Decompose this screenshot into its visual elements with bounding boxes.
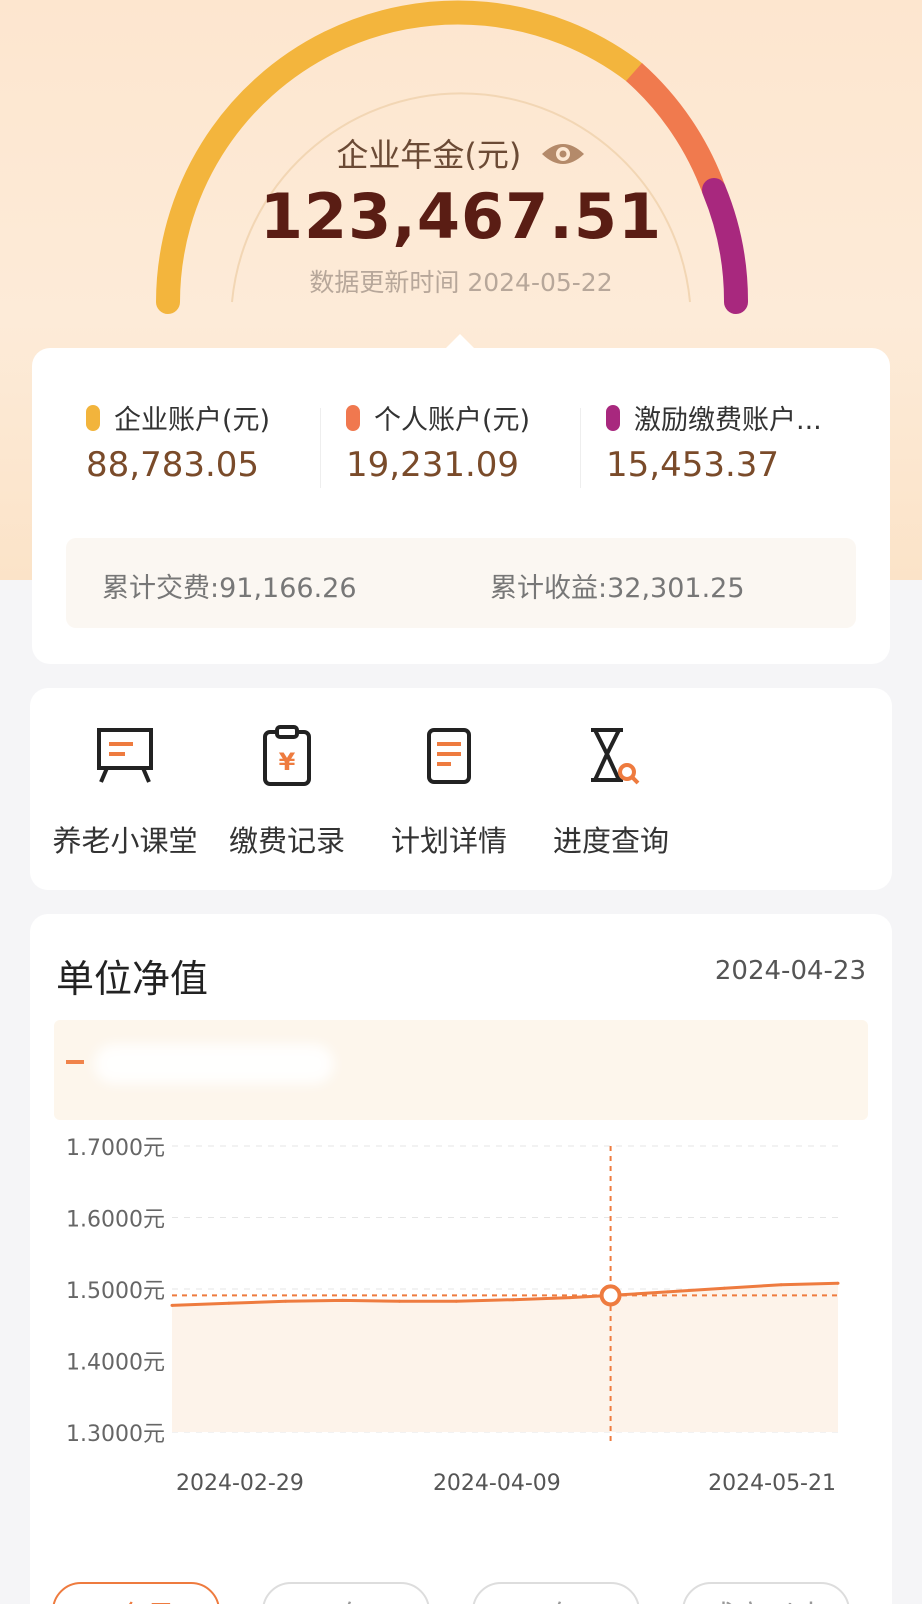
yuan-clipboard-icon: ¥ xyxy=(263,725,311,786)
hero-label-text: 企业年金(元) xyxy=(336,136,522,174)
data-point xyxy=(454,1299,458,1303)
enterprise-dot xyxy=(86,404,100,431)
range-button-1y[interactable]: 1年 xyxy=(262,1582,430,1604)
shortcut-menu: 养老小课堂 ¥ 缴费记录 计划详情 进度查询 xyxy=(30,688,892,890)
account-value: 15,453.37 xyxy=(606,445,780,485)
divider xyxy=(320,408,321,488)
svg-text:¥: ¥ xyxy=(279,748,296,776)
x-tick-label: 2024-05-21 xyxy=(708,1471,836,1496)
legend-band xyxy=(54,1020,868,1120)
blurred-content xyxy=(94,1044,334,1084)
total-earnings: 累计收益:32,301.25 xyxy=(490,573,745,604)
data-point xyxy=(722,1286,726,1290)
account-value: 88,783.05 xyxy=(86,445,260,485)
menu-label: 进度查询 xyxy=(552,824,669,858)
eye-icon[interactable] xyxy=(540,138,586,176)
data-point xyxy=(170,1303,174,1307)
range-button-3y[interactable]: 3年 xyxy=(472,1582,640,1604)
y-tick-label: 1.5000元 xyxy=(66,1279,165,1304)
accounts-card: 企业账户(元) 88,783.05 个人账户(元) 19,231.09 激励缴费… xyxy=(32,348,890,664)
data-point xyxy=(665,1290,669,1294)
y-tick-label: 1.6000元 xyxy=(66,1208,165,1233)
presentation-board-icon xyxy=(97,728,153,783)
y-tick-label: 1.3000元 xyxy=(66,1422,165,1447)
hourglass-search-icon xyxy=(591,728,640,785)
account-value: 19,231.09 xyxy=(346,445,520,485)
y-tick-label: 1.4000元 xyxy=(66,1351,165,1376)
y-tick-label: 1.7000元 xyxy=(66,1136,165,1161)
menu-item-progress-query[interactable]: 进度查询 xyxy=(526,724,696,860)
data-point xyxy=(227,1301,231,1305)
menu-item-payment-records[interactable]: ¥ 缴费记录 xyxy=(202,724,372,860)
legend-mark xyxy=(66,1060,84,1064)
incentive-dot xyxy=(606,404,620,431)
x-tick-label: 2024-04-09 xyxy=(433,1471,561,1496)
account-name: 企业账户(元) xyxy=(114,405,271,436)
series-area xyxy=(172,1283,838,1432)
account-enterprise[interactable]: 企业账户(元) 88,783.05 xyxy=(86,398,346,485)
hero-label: 企业年金(元) xyxy=(0,130,922,176)
account-incentive[interactable]: 激励缴费账户... 15,453.37 xyxy=(606,398,866,485)
data-point xyxy=(511,1298,515,1302)
nav-date: 2024-04-23 xyxy=(714,956,866,986)
hero-balance: 123,467.51 xyxy=(259,180,663,253)
range-button-since-inception[interactable]: 成立以来 xyxy=(682,1582,850,1604)
data-point xyxy=(284,1299,288,1303)
menu-item-pension-class[interactable]: 养老小课堂 xyxy=(40,724,210,860)
menu-label: 计划详情 xyxy=(390,824,507,858)
nav-line-chart[interactable]: 1.7000元 1.6000元 1.5000元 1.4000元 1.3000元 2024-… xyxy=(30,1120,892,1500)
data-point xyxy=(341,1298,345,1302)
nav-title: 单位净值 xyxy=(56,957,209,1001)
highlight-point[interactable] xyxy=(599,1284,622,1307)
card-pointer xyxy=(446,334,474,348)
divider xyxy=(580,408,581,488)
account-personal[interactable]: 个人账户(元) 19,231.09 xyxy=(346,398,606,485)
data-point xyxy=(779,1283,783,1287)
document-icon xyxy=(427,728,471,784)
nav-card: 单位净值 2024-04-23 1.7000元 1.6000元 1.5000元 1.4… xyxy=(30,914,892,1604)
account-name: 激励缴费账户... xyxy=(634,405,822,436)
update-time: 数据更新时间 2024-05-22 xyxy=(309,268,613,297)
menu-label: 养老小课堂 xyxy=(52,824,198,858)
data-point xyxy=(836,1281,840,1285)
totals-bar: 累计交费:91,166.26 累计收益:32,301.25 xyxy=(66,538,856,628)
data-point xyxy=(397,1299,401,1303)
menu-item-plan-details[interactable]: 计划详情 xyxy=(364,724,534,860)
menu-label: 缴费记录 xyxy=(228,824,345,858)
data-point xyxy=(568,1296,572,1300)
x-tick-label: 2024-02-29 xyxy=(176,1471,304,1496)
personal-dot xyxy=(346,404,360,431)
range-button-3m[interactable]: 3个月 xyxy=(52,1582,220,1604)
account-name: 个人账户(元) xyxy=(374,405,531,436)
total-contribution: 累计交费:91,166.26 xyxy=(102,573,357,604)
